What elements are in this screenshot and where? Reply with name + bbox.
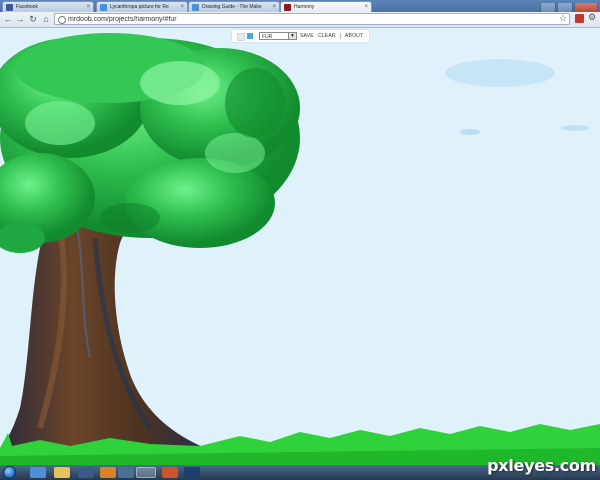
cloud <box>445 59 555 87</box>
close-tab-icon[interactable]: × <box>86 2 90 12</box>
ie-icon[interactable] <box>30 467 46 478</box>
extension-icon[interactable] <box>575 14 584 23</box>
brush-select[interactable]: FUR ▼ <box>259 32 297 40</box>
close-tab-icon[interactable]: × <box>364 2 368 12</box>
browser-toolbar: ← → ↻ ⌂ ☆ ⚙ <box>0 12 600 28</box>
clear-button[interactable]: CLEAR <box>318 32 336 40</box>
facebook-favicon-icon <box>6 4 13 11</box>
home-icon[interactable]: ⌂ <box>41 14 51 24</box>
tab-strip: Facebook × Lycanthropa picture for Re × … <box>0 0 600 13</box>
start-orb-icon[interactable] <box>3 466 16 479</box>
page-icon <box>58 16 66 24</box>
harmony-favicon-icon <box>284 4 291 11</box>
cloud <box>561 125 589 131</box>
photoshop-icon[interactable] <box>184 467 200 478</box>
tab-label: Harmony <box>294 4 315 10</box>
window-controls <box>539 0 598 13</box>
page-favicon-icon <box>192 4 199 11</box>
url-input[interactable] <box>68 14 548 24</box>
app-icon-2[interactable] <box>162 467 178 478</box>
tab-lycanthropa[interactable]: Lycanthropa picture for Re × <box>96 1 188 12</box>
about-button[interactable]: ABOUT <box>345 32 363 40</box>
folder-icon[interactable] <box>54 467 70 478</box>
tab-label: Facebook <box>16 4 38 10</box>
watermark: pxleyes.com <box>487 456 596 475</box>
wrench-icon[interactable]: ⚙ <box>588 12 596 23</box>
back-arrow-icon[interactable]: ← <box>3 14 13 24</box>
tab-label: Lycanthropa picture for Re <box>110 4 169 10</box>
firefox-icon[interactable] <box>100 467 116 478</box>
reload-icon[interactable]: ↻ <box>28 14 38 24</box>
background-color-swatch[interactable] <box>247 33 253 39</box>
tab-harmony[interactable]: Harmony × <box>280 1 372 12</box>
divider <box>340 33 341 39</box>
close-tab-icon[interactable]: × <box>272 2 276 12</box>
tab-drawing-guide[interactable]: Drawing Guide - The Make × <box>188 1 280 12</box>
tab-label: Drawing Guide - The Make <box>202 4 262 10</box>
cloud <box>460 129 480 135</box>
save-button[interactable]: SAVE <box>300 32 314 40</box>
tree-foliage <box>0 33 300 253</box>
close-tab-icon[interactable]: × <box>180 2 184 12</box>
forward-arrow-icon[interactable]: → <box>15 14 25 24</box>
chevron-down-icon: ▼ <box>288 33 296 39</box>
page-favicon-icon <box>100 4 107 11</box>
brush-select-value: FUR <box>262 34 273 40</box>
tab-facebook[interactable]: Facebook × <box>2 1 94 12</box>
chrome-icon[interactable] <box>136 467 156 478</box>
media-icon[interactable] <box>78 467 94 478</box>
foreground-color-swatch[interactable] <box>237 33 245 41</box>
star-icon[interactable]: ☆ <box>559 13 567 24</box>
harmony-toolbar: FUR ▼ SAVE CLEAR ABOUT <box>232 30 369 42</box>
address-bar[interactable] <box>54 13 570 25</box>
drawing-canvas[interactable] <box>0 28 600 465</box>
app-icon[interactable] <box>118 467 134 478</box>
